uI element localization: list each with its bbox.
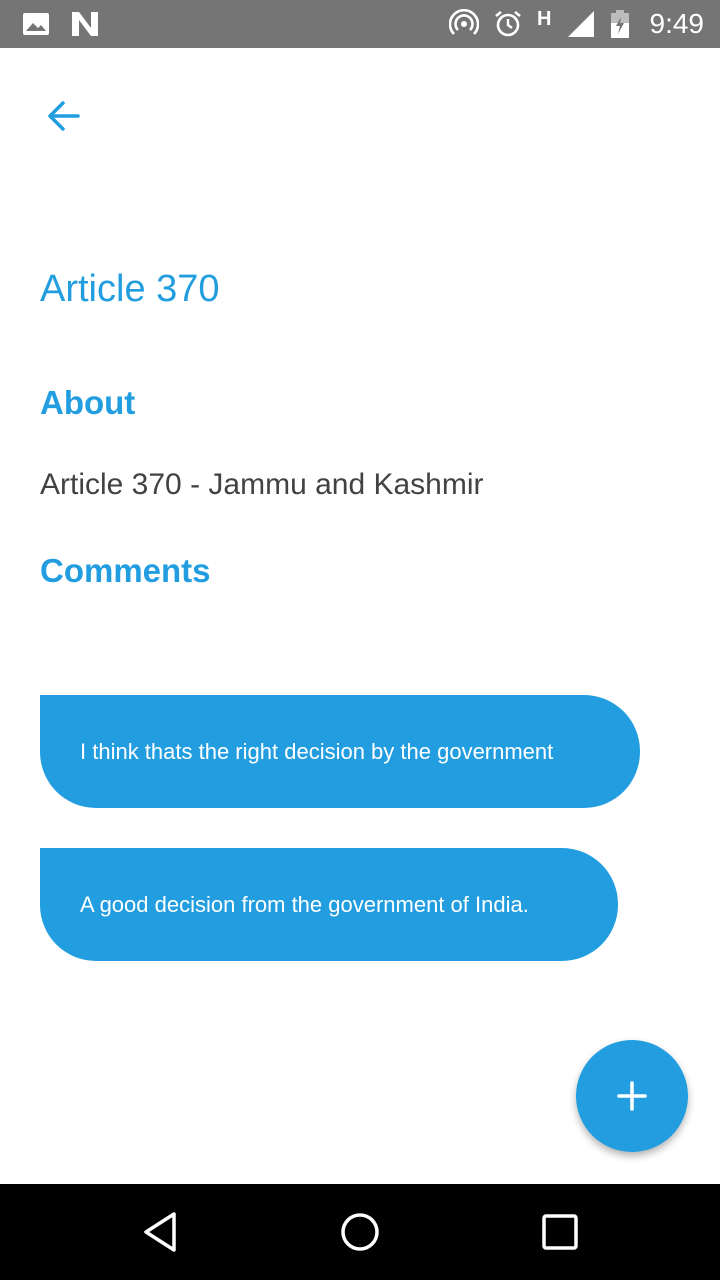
nav-home-button[interactable] bbox=[336, 1208, 384, 1256]
nav-back-button[interactable] bbox=[136, 1208, 184, 1256]
article-screen: Article 370 About Article 370 - Jammu an… bbox=[0, 48, 720, 1184]
nav-recents-button[interactable] bbox=[536, 1208, 584, 1256]
n-logo-icon bbox=[70, 10, 100, 38]
comment-item[interactable]: I think thats the right decision by the … bbox=[40, 695, 640, 808]
page-title: Article 370 bbox=[40, 268, 220, 310]
image-icon bbox=[22, 10, 50, 38]
navigation-bar bbox=[0, 1184, 720, 1280]
comments-heading: Comments bbox=[40, 552, 211, 589]
battery-icon bbox=[610, 9, 630, 39]
nav-back-icon bbox=[140, 1211, 180, 1253]
hotspot-icon bbox=[449, 9, 480, 39]
arrow-left-icon bbox=[46, 98, 82, 134]
add-comment-button[interactable] bbox=[576, 1040, 688, 1152]
about-heading: About bbox=[40, 384, 136, 421]
back-button[interactable] bbox=[36, 88, 92, 144]
comment-item[interactable]: A good decision from the government of I… bbox=[40, 848, 618, 961]
comment-text: I think thats the right decision by the … bbox=[80, 738, 554, 764]
network-type-label: H bbox=[537, 7, 552, 30]
status-bar: H 9:49 bbox=[0, 0, 720, 48]
alarm-icon bbox=[493, 9, 523, 39]
about-text: Article 370 - Jammu and Kashmir bbox=[40, 468, 484, 501]
status-time: 9:49 bbox=[649, 8, 705, 39]
nav-recents-icon bbox=[541, 1213, 579, 1251]
signal-icon bbox=[566, 9, 596, 39]
plus-icon bbox=[616, 1080, 648, 1112]
comment-text: A good decision from the government of I… bbox=[80, 891, 529, 917]
nav-home-icon bbox=[339, 1211, 381, 1253]
